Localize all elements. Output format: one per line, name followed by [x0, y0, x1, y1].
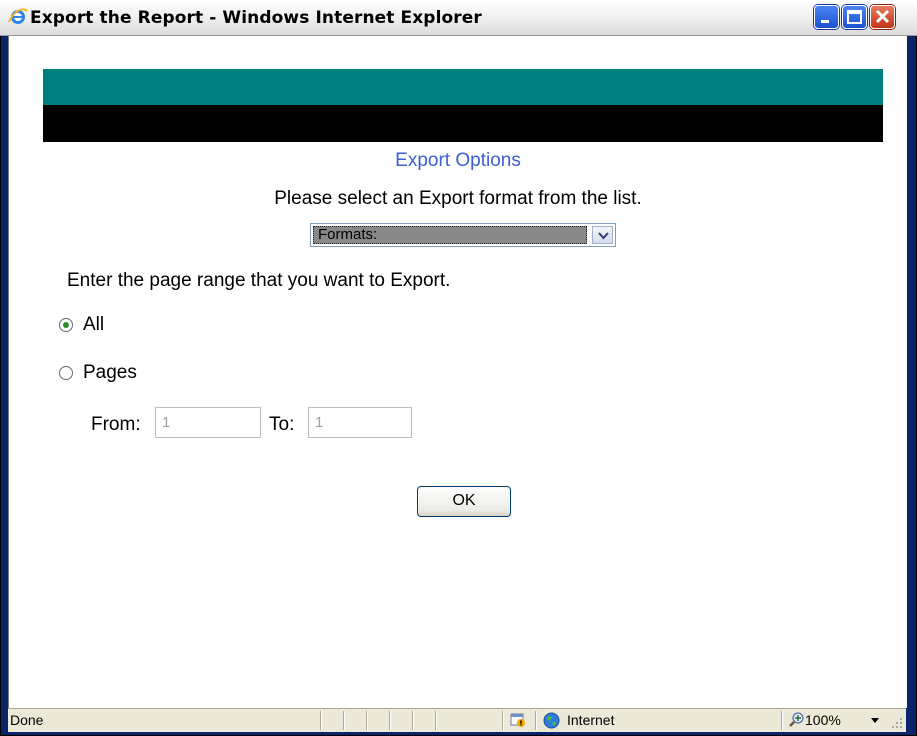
radio-selected-dot — [63, 322, 69, 328]
from-page-input[interactable]: 1 — [155, 407, 261, 438]
status-separator — [435, 711, 437, 730]
page-content: Export Options Please select an Export f… — [8, 36, 907, 708]
window-title: Export the Report - Windows Internet Exp… — [30, 8, 482, 28]
to-label: To: — [269, 414, 295, 435]
status-separator — [389, 711, 391, 730]
close-button[interactable] — [870, 5, 895, 29]
radio-all-label: All — [83, 314, 105, 335]
close-icon — [875, 9, 890, 24]
radio-pages[interactable] — [59, 366, 73, 380]
zoom-icon[interactable] — [789, 712, 805, 728]
status-bar: Done Internet 100% — [8, 708, 906, 732]
resize-grip-icon[interactable] — [891, 717, 903, 729]
ok-button[interactable]: OK — [417, 486, 511, 517]
export-options-heading: Export Options — [395, 150, 521, 171]
header-banner-black — [43, 105, 883, 142]
format-select[interactable]: Formats: — [310, 223, 616, 247]
security-shield-icon[interactable] — [510, 712, 526, 728]
security-zone-text: Internet — [567, 712, 615, 728]
zoom-dropdown-icon[interactable] — [871, 718, 879, 723]
zoom-level[interactable]: 100% — [805, 712, 841, 728]
status-separator — [366, 711, 368, 730]
maximize-icon — [847, 10, 862, 24]
header-banner-teal — [43, 69, 883, 105]
status-text: Done — [10, 712, 44, 728]
status-separator — [781, 711, 783, 730]
format-select-dropdown-button[interactable] — [592, 226, 613, 244]
minimize-button[interactable] — [814, 5, 839, 29]
from-label: From: — [91, 414, 141, 435]
minimize-icon — [821, 20, 829, 23]
status-separator — [320, 711, 322, 730]
status-separator — [502, 711, 504, 730]
status-separator — [343, 711, 345, 730]
format-instruction: Please select an Export format from the … — [274, 188, 642, 209]
format-select-value: Formats: — [313, 226, 587, 244]
radio-all[interactable] — [59, 318, 73, 332]
title-bar[interactable]: Export the Report - Windows Internet Exp… — [0, 0, 917, 36]
maximize-button[interactable] — [842, 5, 867, 29]
range-instruction: Enter the page range that you want to Ex… — [67, 270, 451, 291]
status-separator — [412, 711, 414, 730]
globe-icon — [543, 712, 560, 729]
status-separator — [535, 711, 537, 730]
chevron-down-icon — [598, 232, 609, 240]
radio-pages-label: Pages — [83, 362, 137, 383]
to-page-input[interactable]: 1 — [308, 407, 412, 438]
ie-logo-icon — [8, 8, 28, 24]
